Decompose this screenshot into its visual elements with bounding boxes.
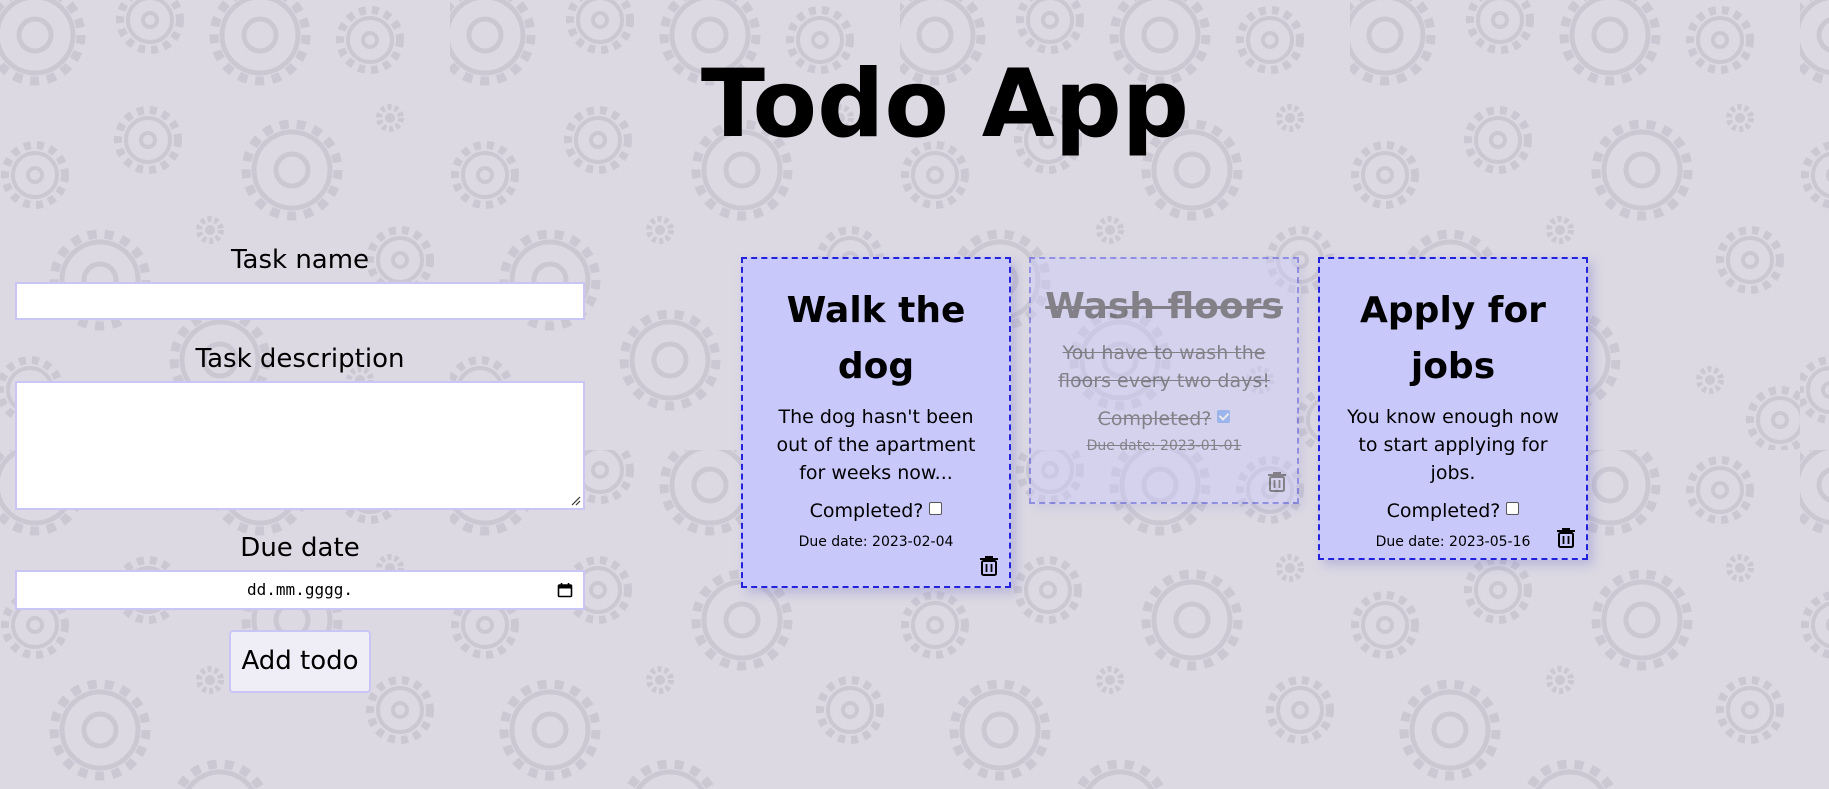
due-date-row: Due date: 2023-01-01 [1031, 435, 1297, 457]
todo-title: Walk the dog [786, 290, 966, 387]
due-date-row: Due date: 2023-02-04 [743, 531, 1009, 553]
due-date-label: Due date: [1375, 534, 1445, 550]
due-date-value: 2023-02-04 [872, 534, 954, 550]
page-title: Todo App [700, 50, 1190, 159]
task-name-label: Task name [230, 245, 370, 275]
calendar-icon[interactable] [557, 582, 573, 598]
add-todo-button[interactable]: Add todo [229, 630, 371, 693]
completed-label: Completed? [809, 500, 924, 522]
todo-title: Wash floors [1045, 286, 1283, 327]
todo-card: Wash floors You have to wash the floors … [1029, 257, 1299, 504]
due-date-label: Due date: [1086, 438, 1156, 454]
todo-card: Walk the dog The dog hasn't been out of … [741, 257, 1011, 588]
trash-icon[interactable] [1267, 470, 1287, 492]
completed-row: Completed? [1320, 497, 1586, 525]
completed-checkbox[interactable] [929, 502, 943, 515]
task-description-textarea[interactable] [15, 381, 585, 510]
todo-description: The dog hasn't been out of the apartment… [776, 406, 976, 484]
due-date-value: 2023-05-16 [1449, 534, 1531, 550]
due-date-input[interactable]: dd.mm.gggg. [15, 570, 585, 610]
completed-label: Completed? [1097, 408, 1212, 430]
trash-icon[interactable] [1556, 526, 1576, 548]
completed-label: Completed? [1386, 500, 1501, 522]
todo-description: You have to wash the floors every two da… [1058, 342, 1270, 392]
completed-checkbox[interactable] [1217, 410, 1231, 423]
task-name-input[interactable] [15, 282, 585, 320]
todo-description: You know enough now to start applying fo… [1347, 406, 1559, 484]
resize-handle-icon[interactable] [571, 496, 581, 506]
completed-row: Completed? [743, 497, 1009, 525]
todo-title: Apply for jobs [1360, 290, 1546, 387]
todo-card: Apply for jobs You know enough now to st… [1318, 257, 1588, 560]
due-date-value: 2023-01-01 [1160, 438, 1242, 454]
trash-icon[interactable] [979, 554, 999, 576]
completed-row: Completed? [1031, 405, 1297, 433]
add-todo-form: Task name Task description Due date dd.m… [15, 238, 585, 693]
due-date-row: Due date: 2023-05-16 [1320, 531, 1586, 553]
completed-checkbox[interactable] [1506, 502, 1520, 515]
due-date-label: Due date: [798, 534, 868, 550]
task-description-label: Task description [195, 344, 405, 374]
due-date-label: Due date [240, 533, 360, 563]
due-date-placeholder: dd.mm.gggg. [247, 580, 353, 599]
